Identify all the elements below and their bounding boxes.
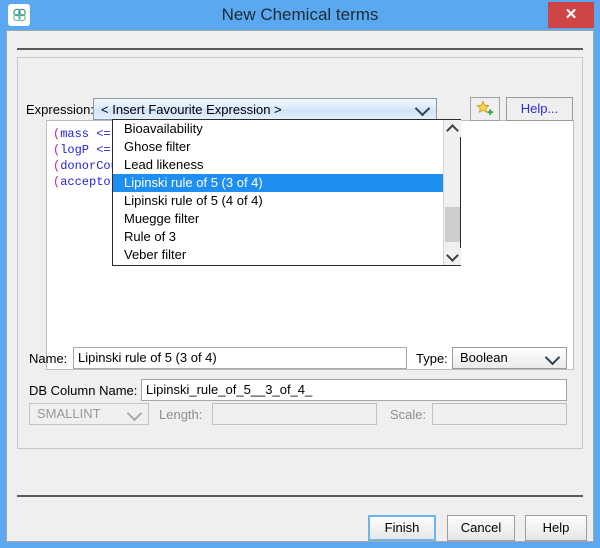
chevron-down-icon[interactable] xyxy=(444,248,461,265)
dropdown-item-rule-of-3[interactable]: Rule of 3 xyxy=(113,228,443,246)
finish-button[interactable]: Finish xyxy=(368,515,436,541)
chevron-down-icon xyxy=(414,100,431,117)
db-column-input[interactable]: Lipinski_rule_of_5__3_of_4_ xyxy=(141,379,567,401)
close-icon[interactable]: ✕ xyxy=(548,2,594,28)
dropdown-item-lead-likeness[interactable]: Lead likeness xyxy=(113,156,443,174)
scale-label: Scale: xyxy=(390,407,427,422)
type-select[interactable]: Boolean xyxy=(452,347,567,369)
title-bar: New Chemical terms ✕ xyxy=(0,0,600,30)
scrollbar-thumb[interactable] xyxy=(445,207,460,242)
top-separator xyxy=(17,48,583,50)
expression-help-button[interactable]: Help... xyxy=(506,97,573,121)
type-value: Boolean xyxy=(460,350,508,365)
chevron-down-icon xyxy=(126,405,143,422)
dialog-window: New Chemical terms ✕ Expression: < Inser… xyxy=(0,0,600,548)
cancel-button[interactable]: Cancel xyxy=(447,515,515,541)
dropdown-item-lipinski-4-of-4[interactable]: Lipinski rule of 5 (4 of 4) xyxy=(113,192,443,210)
sql-type-select: SMALLINT xyxy=(29,403,149,425)
scale-input xyxy=(432,403,567,425)
dropdown-scrollbar[interactable] xyxy=(443,120,461,265)
dialog-client-area: Expression: < Insert Favourite Expressio… xyxy=(6,30,594,542)
chevron-down-icon xyxy=(544,349,561,366)
dropdown-item-lipinski-3-of-4[interactable]: Lipinski rule of 5 (3 of 4) xyxy=(113,174,443,192)
sql-type-value: SMALLINT xyxy=(37,406,101,421)
expression-label: Expression: xyxy=(26,102,94,117)
help-button[interactable]: Help xyxy=(525,515,587,541)
dropdown-list[interactable]: Bioavailability Ghose filter Lead likene… xyxy=(113,120,443,265)
dropdown-item-bioavailability[interactable]: Bioavailability xyxy=(113,120,443,138)
dropdown-item-veber-filter[interactable]: Veber filter xyxy=(113,246,443,264)
favourite-expression-value: < Insert Favourite Expression > xyxy=(101,102,282,117)
chevron-up-icon[interactable] xyxy=(444,120,461,137)
add-favourite-button[interactable] xyxy=(470,97,500,121)
name-input[interactable]: Lipinski rule of 5 (3 of 4) xyxy=(73,347,407,369)
favourite-expression-combo[interactable]: < Insert Favourite Expression > xyxy=(93,98,437,120)
dropdown-item-muegge-filter[interactable]: Muegge filter xyxy=(113,210,443,228)
db-column-label: DB Column Name: xyxy=(29,383,138,398)
length-input xyxy=(212,403,377,425)
bottom-separator xyxy=(17,495,583,497)
window-title: New Chemical terms xyxy=(221,5,379,24)
type-label: Type: xyxy=(416,351,448,366)
dropdown-item-ghose-filter[interactable]: Ghose filter xyxy=(113,138,443,156)
name-label: Name: xyxy=(29,351,68,366)
star-plus-icon xyxy=(476,100,493,115)
length-label: Length: xyxy=(159,407,203,422)
favourite-expression-dropdown[interactable]: Bioavailability Ghose filter Lead likene… xyxy=(112,119,461,266)
